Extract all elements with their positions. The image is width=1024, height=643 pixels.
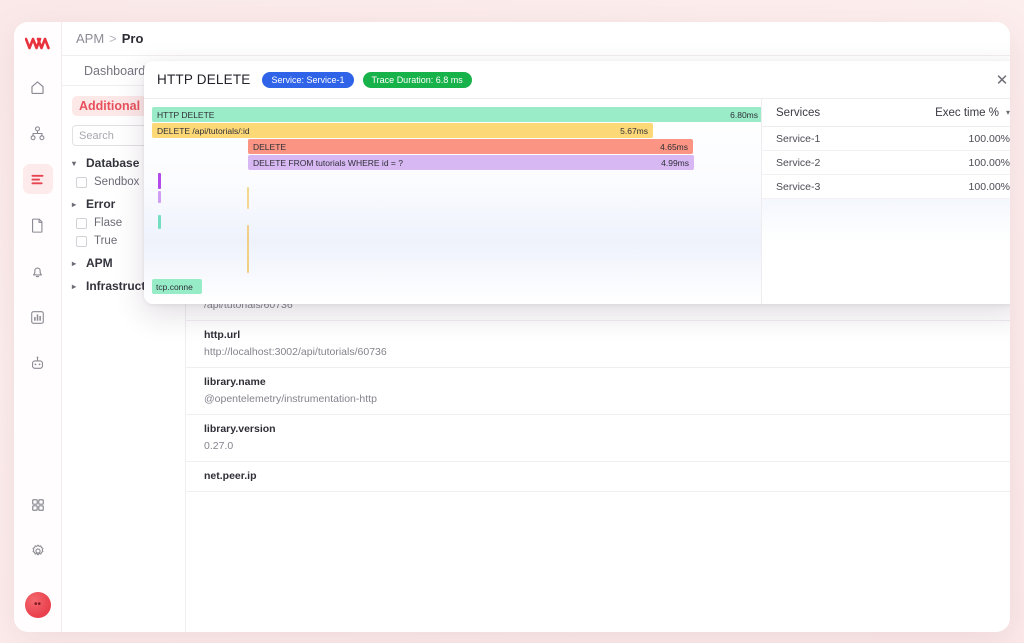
- filter-group-label: APM: [86, 256, 113, 270]
- zigzag-logo[interactable]: [25, 36, 51, 50]
- checkbox-icon[interactable]: [76, 236, 87, 247]
- trace-waterfall: HTTP DELETE 6.80ms DELETE /api/tutorials/:…: [144, 99, 762, 304]
- waterfall-span-bar-tcp-connect[interactable]: tcp.conne: [152, 279, 202, 294]
- filter-option-label: True: [94, 235, 117, 247]
- breadcrumb-current: Pro: [122, 31, 144, 46]
- attribute-value: @opentelemetry/instrumentation-http: [204, 393, 994, 405]
- chevron-down-icon: ▾: [1006, 108, 1010, 117]
- waterfall-span-bar[interactable]: HTTP DELETE 6.80ms: [152, 107, 762, 122]
- settings-gear-icon[interactable]: [23, 536, 53, 566]
- user-avatar[interactable]: ••: [25, 592, 51, 618]
- close-icon[interactable]: ✕: [992, 70, 1010, 90]
- services-sort-control[interactable]: Exec time % ▾: [935, 107, 1010, 119]
- services-panel-fade: [762, 199, 1010, 241]
- filter-group-label: Database: [86, 156, 139, 170]
- attribute-key: library.name: [204, 376, 994, 388]
- app-icon-rail: ••: [14, 22, 62, 632]
- waterfall-span-label: HTTP DELETE: [157, 110, 214, 120]
- services-title: Services: [776, 107, 820, 119]
- waterfall-span-tick[interactable]: [247, 187, 249, 209]
- home-icon[interactable]: [23, 72, 53, 102]
- service-name: Service-3: [776, 181, 820, 193]
- waterfall-span-tick[interactable]: [158, 215, 161, 229]
- waterfall-span-label: DELETE FROM tutorials WHERE id = ?: [253, 158, 403, 168]
- waterfall-span-bar[interactable]: DELETE FROM tutorials WHERE id = ? 4.99ms: [248, 155, 694, 170]
- waterfall-span-tick[interactable]: [158, 191, 161, 203]
- waterfall-span-duration: 4.65ms: [650, 142, 688, 152]
- waterfall-span-tick[interactable]: [158, 173, 161, 189]
- modal-header: HTTP DELETE Service: Service-1 Trace Dur…: [144, 61, 1010, 99]
- service-row[interactable]: Service-2 100.00%: [762, 151, 1010, 175]
- chevron-right-icon: ▸: [72, 282, 80, 291]
- chevron-right-icon: ▸: [72, 200, 80, 209]
- attribute-value: 0.27.0: [204, 440, 994, 452]
- service-name: Service-2: [776, 157, 820, 169]
- attribute-row: net.peer.ip: [186, 462, 1010, 492]
- modal-title: HTTP DELETE: [157, 72, 250, 87]
- filters-heading: Additional: [72, 96, 147, 116]
- chevron-right-icon: ▸: [72, 259, 80, 268]
- attribute-row: http.url http://localhost:3002/api/tutor…: [186, 321, 1010, 368]
- service-exec-pct: 100.00%: [969, 157, 1010, 169]
- trace-duration-badge: Trace Duration: 6.8 ms: [363, 72, 472, 88]
- waterfall-span-label: DELETE: [253, 142, 286, 152]
- checkbox-icon[interactable]: [76, 177, 87, 188]
- app-window: •• APM > Pro Dashboard Additional Search…: [14, 22, 1010, 632]
- traces-list-icon[interactable]: [23, 164, 53, 194]
- waterfall-span-tick[interactable]: [247, 225, 249, 273]
- attribute-row: library.name @opentelemetry/instrumentat…: [186, 368, 1010, 415]
- waterfall-span-label: DELETE /api/tutorials/:id: [157, 126, 250, 136]
- chevron-down-icon: ▾: [72, 159, 80, 168]
- waterfall-span-duration: 5.67ms: [610, 126, 648, 136]
- waterfall-span-label: tcp.conne: [156, 282, 193, 292]
- attribute-key: http.url: [204, 329, 994, 341]
- filter-group-label: Error: [86, 197, 115, 211]
- trace-detail-modal: HTTP DELETE Service: Service-1 Trace Dur…: [144, 61, 1010, 304]
- service-map-icon[interactable]: [23, 118, 53, 148]
- logs-document-icon[interactable]: [23, 210, 53, 240]
- service-exec-pct: 100.00%: [969, 133, 1010, 145]
- tab-dashboard[interactable]: Dashboard: [84, 64, 145, 78]
- breadcrumb-separator: >: [109, 31, 117, 46]
- service-row[interactable]: Service-1 100.00%: [762, 127, 1010, 151]
- waterfall-span-duration: 6.80ms: [720, 110, 758, 120]
- services-panel: Services Exec time % ▾ Service-1 100.00%…: [762, 99, 1010, 304]
- avatar-face: ••: [34, 600, 41, 610]
- bot-icon[interactable]: [23, 348, 53, 378]
- attribute-key: net.peer.ip: [204, 470, 994, 482]
- rail-bottom-group: ••: [14, 490, 61, 618]
- filter-option-label: Flase: [94, 217, 122, 229]
- service-exec-pct: 100.00%: [969, 181, 1010, 193]
- service-badge: Service: Service-1: [262, 72, 353, 88]
- waterfall-span-bar[interactable]: DELETE /api/tutorials/:id 5.67ms: [152, 123, 653, 138]
- attribute-key: library.version: [204, 423, 994, 435]
- breadcrumb-root[interactable]: APM: [76, 31, 104, 46]
- breadcrumb: APM > Pro: [62, 22, 1010, 56]
- service-row[interactable]: Service-3 100.00%: [762, 175, 1010, 199]
- waterfall-span-bar[interactable]: DELETE 4.65ms: [248, 139, 693, 154]
- services-panel-header: Services Exec time % ▾: [762, 99, 1010, 127]
- attribute-value: http://localhost:3002/api/tutorials/6073…: [204, 346, 994, 358]
- attribute-row: library.version 0.27.0: [186, 415, 1010, 462]
- search-placeholder: Search: [79, 130, 114, 142]
- checkbox-icon[interactable]: [76, 218, 87, 229]
- filter-option-label: Sendbox: [94, 176, 139, 188]
- modal-body: HTTP DELETE 6.80ms DELETE /api/tutorials/:…: [144, 99, 1010, 304]
- apps-grid-icon[interactable]: [23, 490, 53, 520]
- services-metric-label: Exec time %: [935, 107, 999, 119]
- service-name: Service-1: [776, 133, 820, 145]
- waterfall-span-duration: 4.99ms: [651, 158, 689, 168]
- dashboards-chart-icon[interactable]: [23, 302, 53, 332]
- alerts-bell-icon[interactable]: [23, 256, 53, 286]
